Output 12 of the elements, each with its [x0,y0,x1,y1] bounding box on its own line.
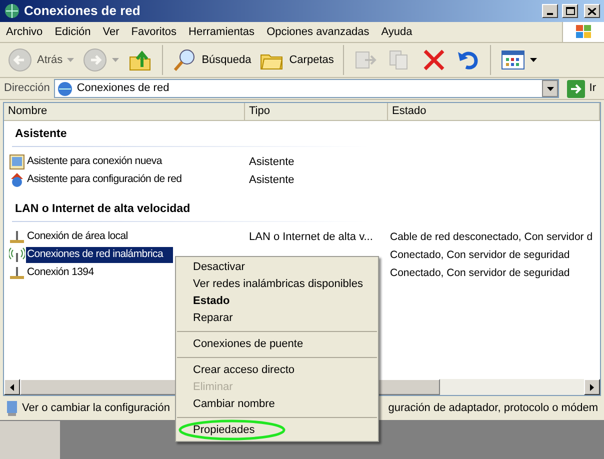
group-heading: LAN o Internet de alta velocidad [15,202,190,218]
window-title: Conexiones de red [24,2,142,20]
table-cell: LAN o Internet de alta v... [249,230,373,243]
group-heading: Asistente [15,127,67,142]
table-cell: Conectado, Con servidor de seguridad [390,266,570,279]
address-label: Dirección [4,81,50,96]
table-cell: Cable de red desconectado, Con servidor d [390,230,593,243]
table-cell: Conectado, Con servidor de seguridad [390,248,570,261]
status-text: Ver o cambiar la configuración [22,400,170,416]
table-cell: Asistente [249,156,294,168]
status-text: guración de adaptador, protocolo o módem [388,400,598,416]
table-cell: Asistente [249,174,294,186]
